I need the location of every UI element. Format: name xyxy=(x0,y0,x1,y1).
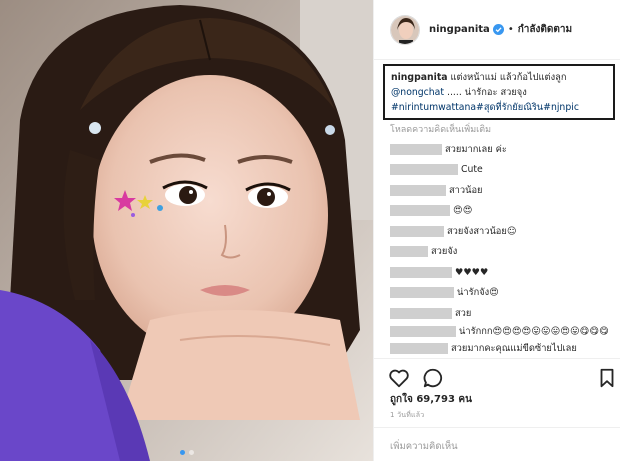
caption-line2: ..... น่ารักอะ สวยจุง xyxy=(447,87,527,98)
username[interactable]: ningpanita xyxy=(429,24,490,35)
verified-badge-icon xyxy=(492,24,504,35)
comment-text: สวยจังสาวน้อย☺ xyxy=(447,225,517,237)
comment-item: สวยจังสาวน้อย☺ xyxy=(390,221,616,242)
caption-hashtag[interactable]: #สุดที่รักยัยณิริน xyxy=(476,102,543,113)
carousel-dot[interactable] xyxy=(188,450,194,455)
photo-girl-with-sticker-makeup xyxy=(0,0,373,461)
comment-text: สาวน้อย xyxy=(449,184,483,196)
comment-text: สวยมากคะคุณแม่ขีดซ้ายไปเลย xyxy=(451,343,577,355)
comment-item: น่ารักกก😍😍😍😍😛😛😛😍😛😋😋😋 xyxy=(390,324,616,339)
comment-text: น่ารักกก😍😍😍😍😛😛😛😍😛😋😋😋 xyxy=(459,325,609,337)
comment-text: น่ารักจัง😍 xyxy=(457,287,499,299)
bookmark-icon[interactable] xyxy=(596,367,618,389)
load-more-comments-link[interactable]: โหลดความคิดเห็นเพิ่มเติม xyxy=(390,122,491,136)
comment-text: ♥♥♥♥ xyxy=(455,266,489,278)
avatar[interactable] xyxy=(390,14,420,45)
comment-item: สวยมากเลย ค่ะ xyxy=(390,139,616,160)
caption-hashtag[interactable]: #nirintumwattana xyxy=(391,102,476,113)
post-side-panel: ningpanita • กำลังติดตาม ningpanita แต่ง… xyxy=(373,0,620,461)
comment-item: สาวน้อย xyxy=(390,180,616,201)
comment-text: 😍😍 xyxy=(453,205,473,217)
blurred-username[interactable] xyxy=(390,343,448,355)
comment-list: สวยมากเลย ค่ะ Cute สาวน้อย 😍😍 สวยจังสาวน… xyxy=(390,139,616,359)
comment-text: สวยมากเลย ค่ะ xyxy=(445,143,507,155)
header-separator: • xyxy=(507,24,514,35)
caption-line1: แต่งหน้าแม่ แล้วก้อไปแต่งลูก xyxy=(450,72,567,83)
blurred-username[interactable] xyxy=(390,164,458,176)
carousel-dot-active[interactable] xyxy=(179,450,185,455)
blurred-username[interactable] xyxy=(390,205,450,217)
comment-item: ♥♥♥♥ xyxy=(390,262,616,283)
comment-item: สวย xyxy=(390,303,616,324)
heart-icon[interactable] xyxy=(388,367,410,389)
following-button[interactable]: กำลังติดตาม xyxy=(518,22,572,37)
caption-hashtag[interactable]: #njnpic xyxy=(543,102,579,113)
avatar-image xyxy=(391,15,419,44)
comment-item: Cute xyxy=(390,160,616,181)
post-photo[interactable] xyxy=(0,0,373,461)
post-caption: ningpanita แต่งหน้าแม่ แล้วก้อไปแต่งลูก … xyxy=(383,64,615,120)
blurred-username[interactable] xyxy=(390,307,452,319)
comment-icon[interactable] xyxy=(422,367,444,389)
post-timestamp[interactable]: 1 วันที่แล้ว xyxy=(390,410,424,421)
carousel-dots[interactable] xyxy=(0,450,373,455)
comment-item: สวยมากคะคุณแม่ขีดซ้ายไปเลย xyxy=(390,339,616,360)
blurred-username[interactable] xyxy=(390,143,442,155)
blurred-username[interactable] xyxy=(390,266,452,278)
blurred-username[interactable] xyxy=(390,184,446,196)
add-comment-input[interactable]: เพิ่มความคิดเห็น xyxy=(374,427,620,461)
blurred-username[interactable] xyxy=(390,246,428,258)
blurred-username[interactable] xyxy=(390,325,456,337)
comment-text: สวยจัง xyxy=(431,246,458,258)
comment-item: น่ารักจัง😍 xyxy=(390,283,616,304)
comment-item: สวยจัง xyxy=(390,242,616,263)
post-actions xyxy=(374,358,620,388)
caption-mention[interactable]: @nongchat xyxy=(391,87,444,98)
blurred-username[interactable] xyxy=(390,287,454,299)
comment-text: Cute xyxy=(461,164,483,176)
likes-count[interactable]: ถูกใจ 69,793 คน xyxy=(390,392,472,407)
post-header: ningpanita • กำลังติดตาม xyxy=(374,0,620,60)
caption-username[interactable]: ningpanita xyxy=(391,72,448,83)
blurred-username[interactable] xyxy=(390,225,444,237)
comment-item: 😍😍 xyxy=(390,201,616,222)
comment-text: สวย xyxy=(455,307,472,319)
